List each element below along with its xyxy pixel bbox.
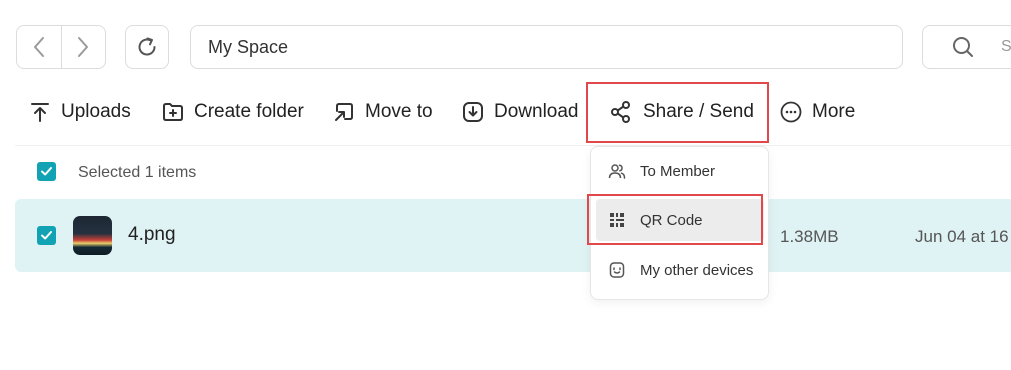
more-button[interactable]: More xyxy=(780,96,855,128)
device-icon xyxy=(609,262,625,278)
chevron-right-icon xyxy=(78,37,89,57)
chevron-left-icon xyxy=(33,37,44,57)
table-row[interactable]: 4.png 1.38MB Jun 04 at 16 xyxy=(15,199,1011,272)
list-header: Selected 1 items xyxy=(15,145,1011,197)
path-field[interactable]: My Space xyxy=(190,25,903,69)
menu-item-to-member[interactable]: To Member xyxy=(596,150,764,192)
file-size: 1.38MB xyxy=(780,227,839,246)
check-icon xyxy=(41,167,52,176)
menu-item-label: My other devices xyxy=(640,261,754,279)
back-button[interactable] xyxy=(17,26,61,68)
download-label: Download xyxy=(494,101,579,122)
file-name: 4.png xyxy=(128,224,176,245)
members-icon xyxy=(608,164,626,179)
share-send-highlight-box xyxy=(586,82,769,143)
search-input[interactable]: S xyxy=(922,25,1011,69)
path-text: My Space xyxy=(208,36,289,57)
download-button[interactable]: Download xyxy=(462,96,579,128)
selection-count: Selected 1 items xyxy=(78,164,197,181)
uploads-button[interactable]: Uploads xyxy=(29,96,131,128)
search-icon xyxy=(953,37,973,57)
create-folder-button[interactable]: Create folder xyxy=(162,96,304,128)
menu-item-my-other-devices[interactable]: My other devices xyxy=(596,249,764,291)
select-all-checkbox[interactable] xyxy=(37,162,56,181)
more-icon xyxy=(780,101,802,123)
move-icon xyxy=(335,103,353,121)
history-nav xyxy=(16,25,106,69)
create-folder-label: Create folder xyxy=(194,101,304,122)
move-to-label: Move to xyxy=(365,101,433,122)
move-to-button[interactable]: Move to xyxy=(333,96,433,128)
forward-button[interactable] xyxy=(60,26,106,68)
file-thumbnail xyxy=(73,216,112,255)
menu-item-label: To Member xyxy=(640,162,716,180)
uploads-label: Uploads xyxy=(61,101,131,122)
file-date: Jun 04 at 16 xyxy=(915,227,1009,246)
add-folder-icon xyxy=(163,103,183,121)
more-label: More xyxy=(812,101,856,122)
upload-icon xyxy=(31,103,49,122)
check-icon xyxy=(41,231,52,240)
refresh-button[interactable] xyxy=(125,25,169,69)
qr-code-highlight-box xyxy=(587,194,763,245)
search-placeholder: S xyxy=(1001,38,1011,55)
refresh-icon xyxy=(138,37,156,56)
download-icon xyxy=(463,102,483,122)
row-checkbox[interactable] xyxy=(37,226,56,245)
